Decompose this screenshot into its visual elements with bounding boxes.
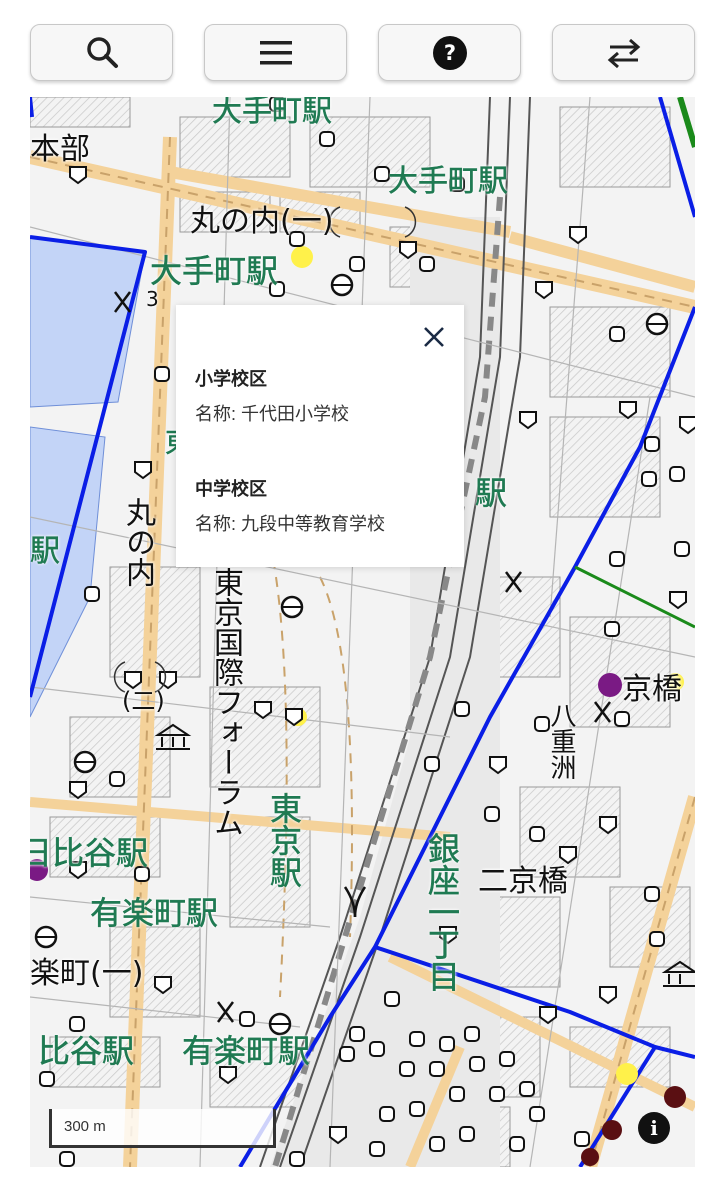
label-ginza: 銀座一丁目 — [423, 832, 462, 993]
school-district-popup: 小学校区 名称: 千代田小学校 中学校区 名称: 九段中等教育学校 — [176, 305, 464, 567]
label-honbu: 本部 — [30, 132, 90, 167]
scale-bar: 300 m — [49, 1109, 276, 1148]
label-kyobashi-2: 二京橋 — [478, 864, 568, 899]
label-marunouchi-1: 丸の内(一) — [190, 204, 334, 239]
toolbar: ? — [0, 0, 723, 95]
label-yurakucho-station-bottom: 有楽町駅 — [182, 1032, 311, 1070]
label-marunouchi-2: 丸の内 — [120, 497, 155, 587]
label-tokyo-intl-forum: 東京国際フォーラム — [208, 567, 243, 837]
info-button[interactable]: i — [638, 1112, 670, 1144]
label-tokyo-station-mid: 駅 — [475, 474, 508, 512]
label-yurakucho-1: 楽町(一) — [30, 956, 144, 991]
help-button[interactable]: ? — [378, 24, 521, 81]
swap-icon — [607, 38, 640, 68]
label-left-station-fragment: 駅 — [30, 534, 60, 569]
swap-button[interactable] — [552, 24, 695, 81]
label-otemachi-station-top: 大手町駅 — [212, 97, 333, 129]
label-otemachi-station-mid: 大手町駅 — [388, 164, 509, 199]
elementary-district-heading: 小学校区 — [195, 369, 267, 389]
label-yurakucho-station-mid: 有楽町駅 — [90, 894, 219, 932]
map-canvas[interactable]: 大手町駅 本部 大手町駅 丸の内(一) 大手町駅 3 東 駅 駅 丸の内 (二)… — [30, 97, 695, 1167]
menu-icon — [259, 40, 292, 64]
label-hibiya-station-bottom: 比谷駅 — [38, 1032, 135, 1070]
search-button[interactable] — [30, 24, 173, 81]
search-icon — [86, 36, 118, 68]
elementary-district-name: 名称: 千代田小学校 — [195, 404, 350, 424]
map-base-layer — [30, 97, 695, 1167]
junior-district-name: 名称: 九段中等教育学校 — [195, 514, 386, 534]
junior-district-heading: 中学校区 — [195, 479, 267, 499]
close-icon[interactable] — [420, 323, 448, 351]
label-otemachi-station-left: 大手町駅 — [150, 252, 279, 290]
label-kyobashi-1: 京橋 — [622, 672, 682, 707]
label-tokyo-station-vert: 東京駅 — [265, 792, 304, 889]
scale-bar-label: 300 m — [64, 1118, 106, 1135]
help-icon: ? — [432, 35, 467, 70]
label-number-3: 3 — [146, 287, 159, 311]
svg-text:?: ? — [443, 41, 455, 65]
label-hibiya-station-mid: 日比谷駅 — [30, 834, 149, 872]
label-yaesu: 八重洲 — [546, 702, 576, 780]
label-marunouchi-2-num: (二) — [122, 687, 165, 715]
menu-button[interactable] — [204, 24, 347, 81]
